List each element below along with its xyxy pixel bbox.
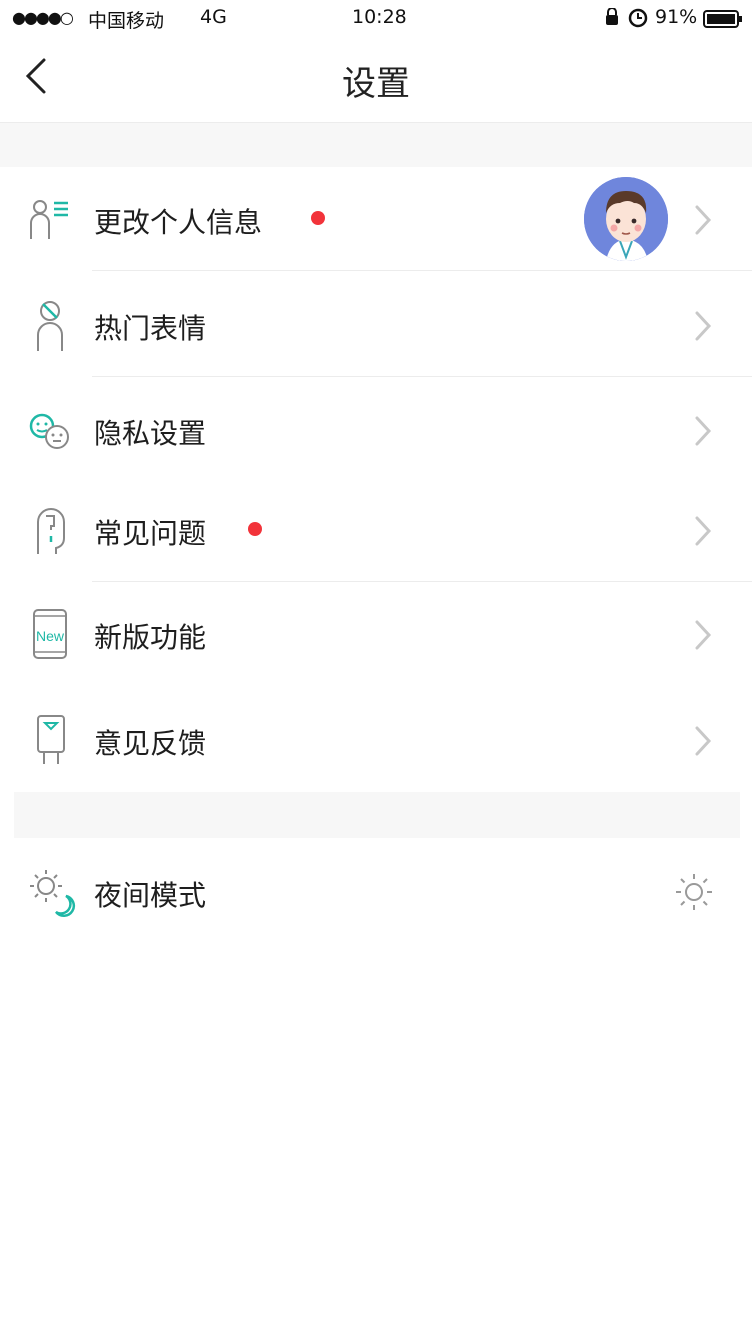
divider [92, 376, 752, 377]
menu-item-feedback[interactable]: 意见反馈 [0, 688, 752, 792]
profile-info-icon [30, 200, 68, 239]
menu-item-label: 意见反馈 [94, 727, 207, 760]
page-title: 设置 [342, 64, 410, 104]
menu-item-privacy-settings[interactable]: 隐私设置 [0, 378, 752, 482]
sun-icon[interactable] [674, 872, 714, 912]
chevron-right-icon [695, 205, 712, 235]
menu-item-label: 热门表情 [94, 312, 207, 345]
menu-item-label: 夜间模式 [94, 879, 207, 912]
menu-item-faq[interactable]: 常见问题 [0, 478, 752, 582]
alarm-icon [628, 8, 648, 28]
menu-item-edit-profile[interactable]: 更改个人信息 [0, 167, 752, 271]
menu-item-label: 常见问题 [94, 517, 207, 550]
battery-percent: 91% [655, 6, 698, 28]
sun-moon-icon [30, 870, 76, 917]
rotation-lock-icon [606, 8, 618, 25]
section-divider [0, 123, 752, 167]
feedback-icon [37, 715, 65, 764]
navigation-bar: 设置 [0, 38, 752, 123]
avatar[interactable] [584, 177, 668, 261]
notification-dot [248, 522, 262, 536]
divider [92, 270, 752, 271]
chevron-right-icon [695, 620, 712, 650]
carrier-name: 中国移动 [88, 10, 165, 32]
chevron-right-icon [695, 311, 712, 341]
avatar-illustration [584, 177, 668, 261]
chevron-right-icon [695, 726, 712, 756]
privacy-faces-icon [29, 413, 69, 449]
menu-item-label: 更改个人信息 [94, 206, 263, 239]
question-icon [37, 508, 65, 554]
menu-item-popular-stickers[interactable]: 热门表情 [0, 273, 752, 377]
section-divider [14, 792, 740, 838]
menu-item-new-features[interactable]: New 新版功能 [0, 582, 752, 686]
chevron-right-icon [695, 516, 712, 546]
menu-item-night-mode[interactable]: 夜间模式 [0, 840, 752, 944]
network-type: 4G [200, 6, 227, 28]
menu-item-label: 新版功能 [94, 621, 207, 654]
status-bar: ●●●●○ 中国移动 4G 10:28 91% [0, 0, 752, 38]
clock: 10:28 [352, 6, 407, 28]
chevron-right-icon [695, 416, 712, 446]
new-badge-text: New [36, 628, 65, 644]
battery-icon [703, 10, 742, 28]
menu-item-label: 隐私设置 [94, 417, 207, 450]
signal-strength: ●●●●○ [12, 8, 74, 27]
sticker-icon [37, 301, 63, 351]
notification-dot [311, 211, 325, 225]
